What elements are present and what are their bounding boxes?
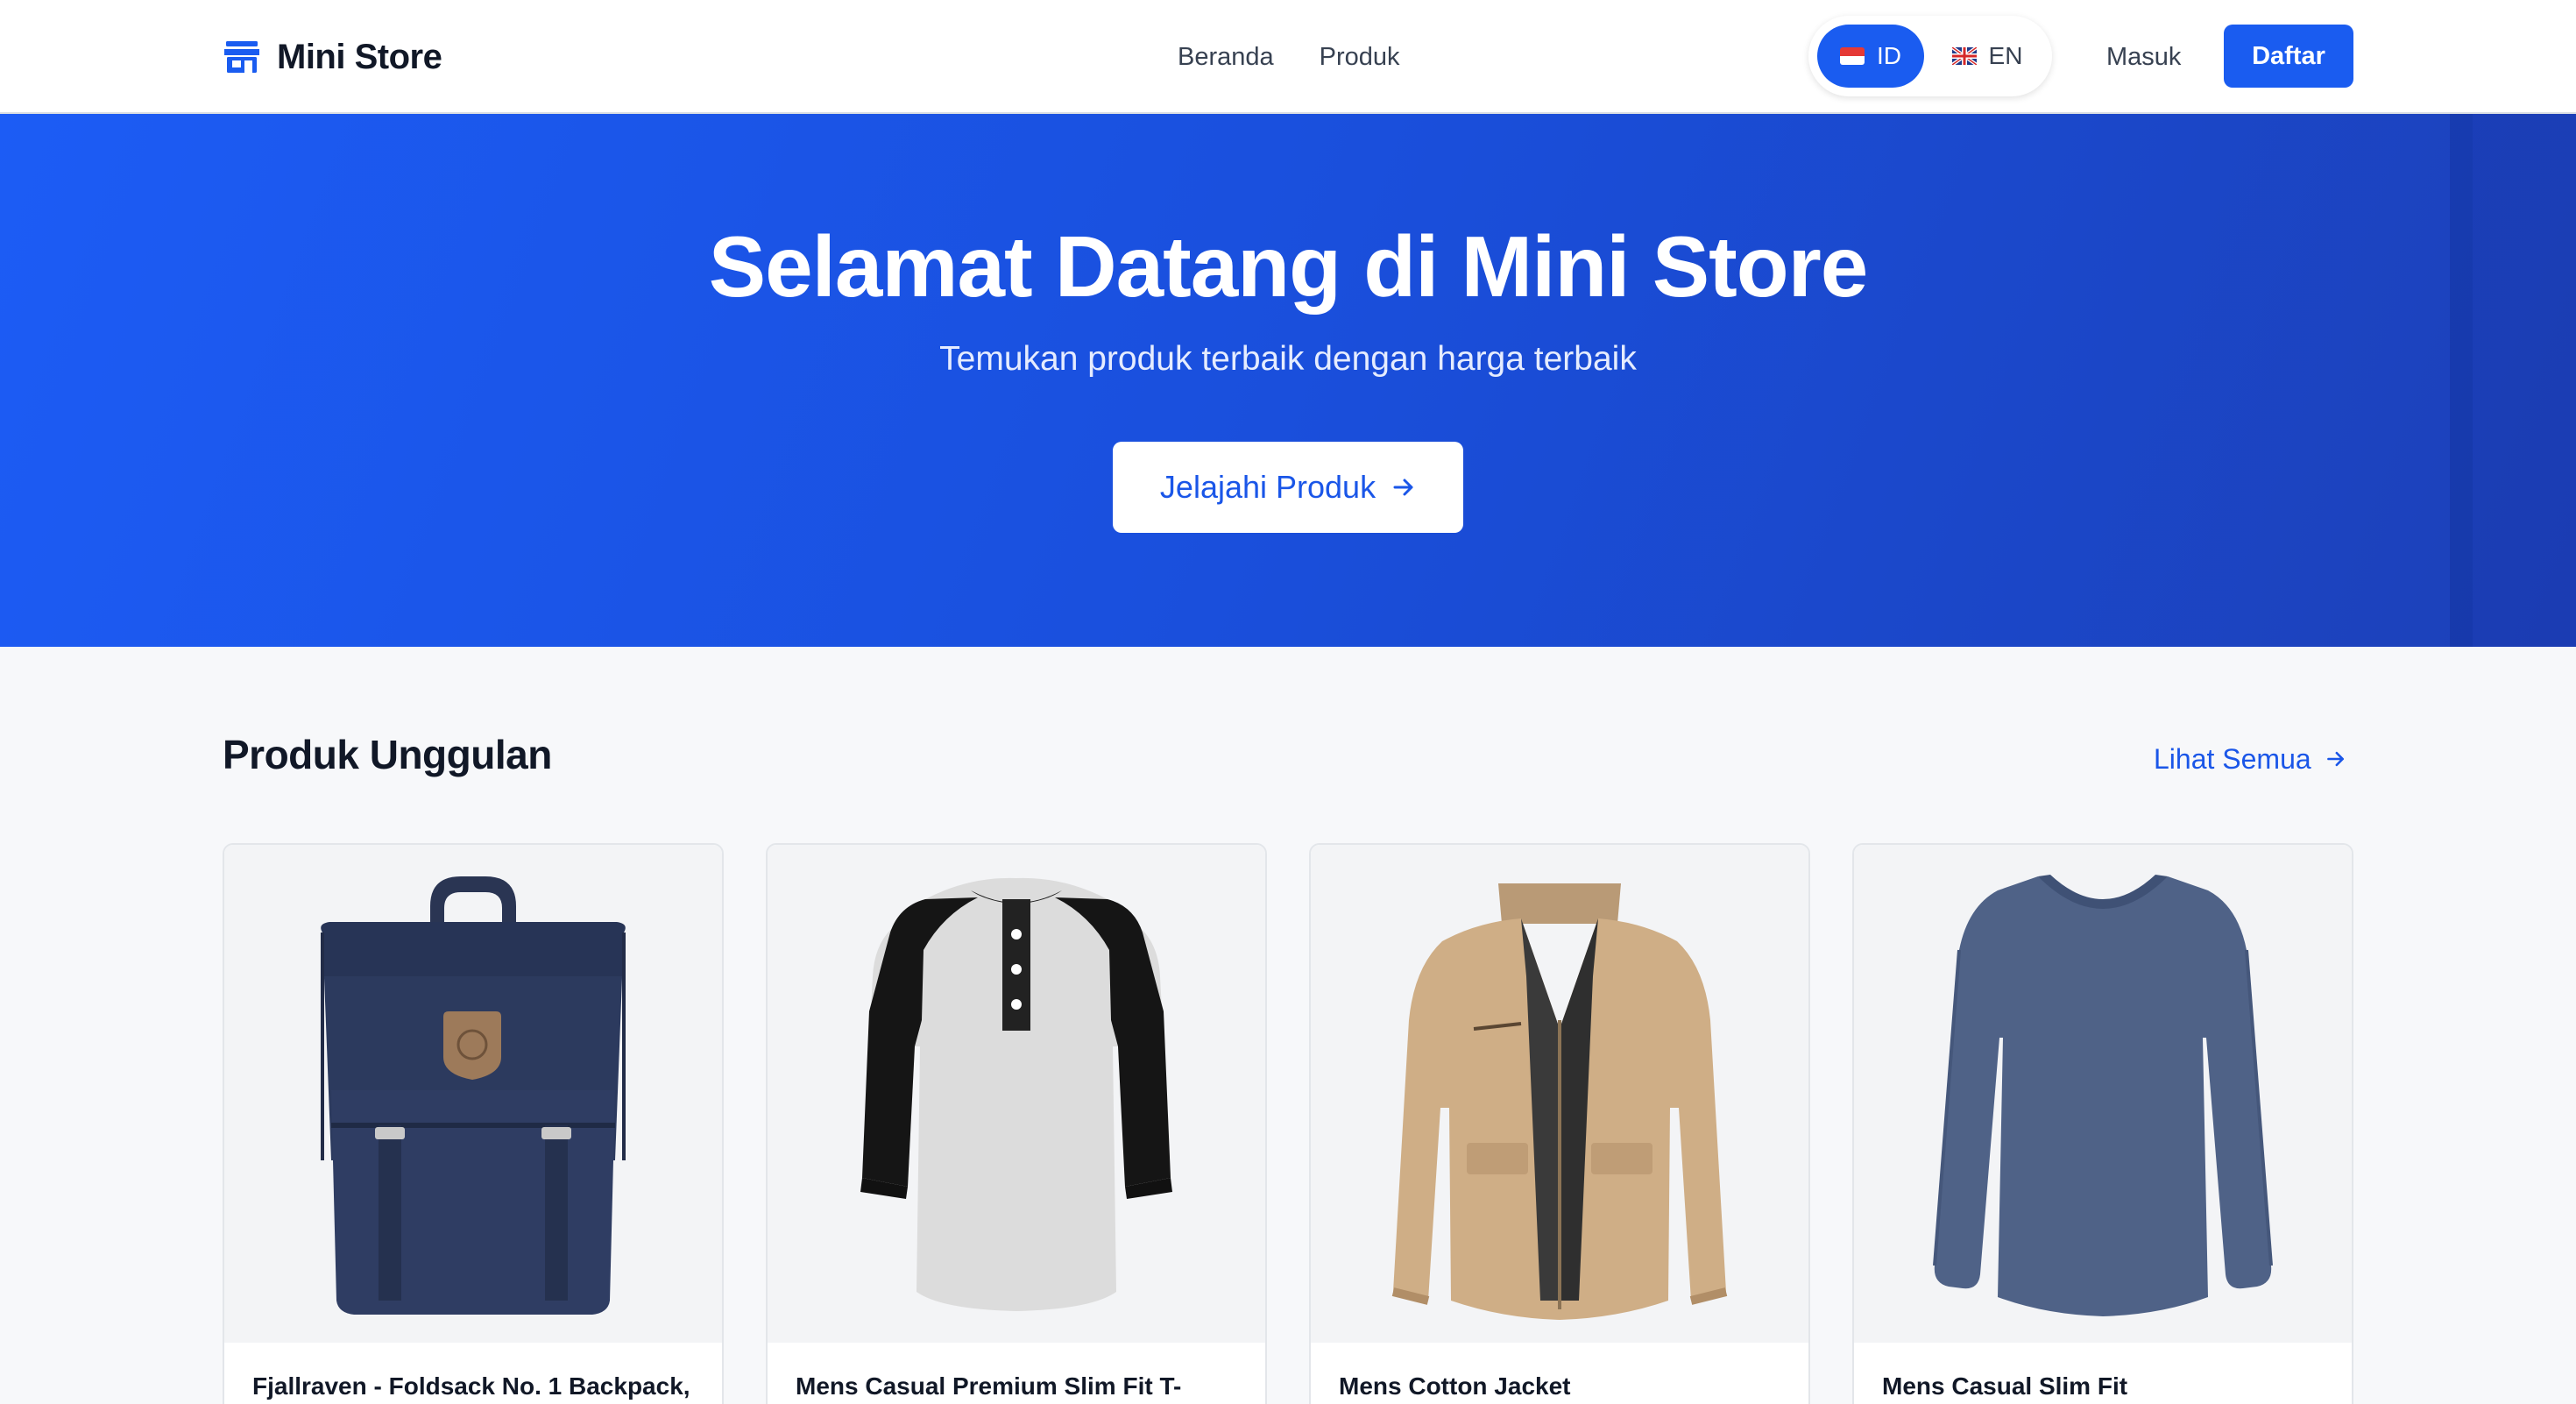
hero-decoration <box>2450 114 2473 647</box>
language-option-id[interactable]: ID <box>1817 25 1924 88</box>
nav-link-products[interactable]: Produk <box>1320 43 1400 72</box>
hero-banner: Selamat Datang di Mini Store Temukan pro… <box>0 114 2576 647</box>
hero-decoration <box>2473 114 2576 647</box>
page: Mini Store Beranda Produk ID EN Masuk Da… <box>0 0 2576 1404</box>
product-title: Mens Casual Premium Slim Fit T- <box>796 1372 1182 1400</box>
hero-title: Selamat Datang di Mini Store <box>708 218 1868 315</box>
language-option-label: EN <box>1988 42 2023 69</box>
product-title: Fjallraven - Foldsack No. 1 Backpack, <box>252 1372 690 1400</box>
login-link[interactable]: Masuk <box>2106 35 2181 79</box>
explore-products-button[interactable]: Jelajahi Produk <box>1113 442 1463 533</box>
product-title: Mens Casual Slim Fit <box>1882 1372 2128 1400</box>
featured-section-title: Produk Unggulan <box>223 732 552 777</box>
product-card[interactable]: Mens Cotton Jacket <box>1309 843 1810 1404</box>
language-option-label: ID <box>1877 42 1901 69</box>
product-card[interactable]: Fjallraven - Foldsack No. 1 Backpack, <box>223 843 724 1404</box>
main-nav: Beranda Produk <box>1178 35 1400 79</box>
language-switcher: ID EN <box>1808 16 2052 96</box>
long-sleeve-shirt-image <box>1933 875 2273 1316</box>
product-card[interactable]: Mens Casual Premium Slim Fit T- <box>766 843 1267 1404</box>
hero-subtitle: Temukan produk terbaik dengan harga terb… <box>939 340 1637 378</box>
see-all-link[interactable]: Lihat Semua <box>2154 740 2346 778</box>
product-image-area <box>768 845 1265 1343</box>
indonesia-flag-icon <box>1840 47 1865 65</box>
product-image-area <box>224 845 722 1343</box>
product-image-area <box>1854 845 2352 1343</box>
language-option-en[interactable]: EN <box>1933 25 2042 88</box>
product-title: Mens Cotton Jacket <box>1339 1372 1571 1400</box>
cotton-jacket-image <box>1391 883 1728 1320</box>
navbar: Mini Store Beranda Produk ID EN Masuk Da… <box>0 0 2576 114</box>
uk-flag-icon <box>1951 47 1977 65</box>
product-image-area <box>1311 845 1808 1343</box>
arrow-right-icon <box>2326 751 2344 767</box>
arrow-right-icon <box>1393 479 1413 496</box>
backpack-image <box>321 876 626 1315</box>
store-icon <box>224 41 259 73</box>
raglan-tshirt-image <box>860 877 1172 1311</box>
brand[interactable]: Mini Store <box>224 33 442 81</box>
nav-link-home[interactable]: Beranda <box>1178 43 1274 72</box>
brand-name: Mini Store <box>277 37 442 76</box>
explore-products-label: Jelajahi Produk <box>1159 469 1376 505</box>
signup-button[interactable]: Daftar <box>2224 25 2353 88</box>
product-card[interactable]: Mens Casual Slim Fit <box>1852 843 2353 1404</box>
see-all-label: Lihat Semua <box>2154 742 2311 775</box>
